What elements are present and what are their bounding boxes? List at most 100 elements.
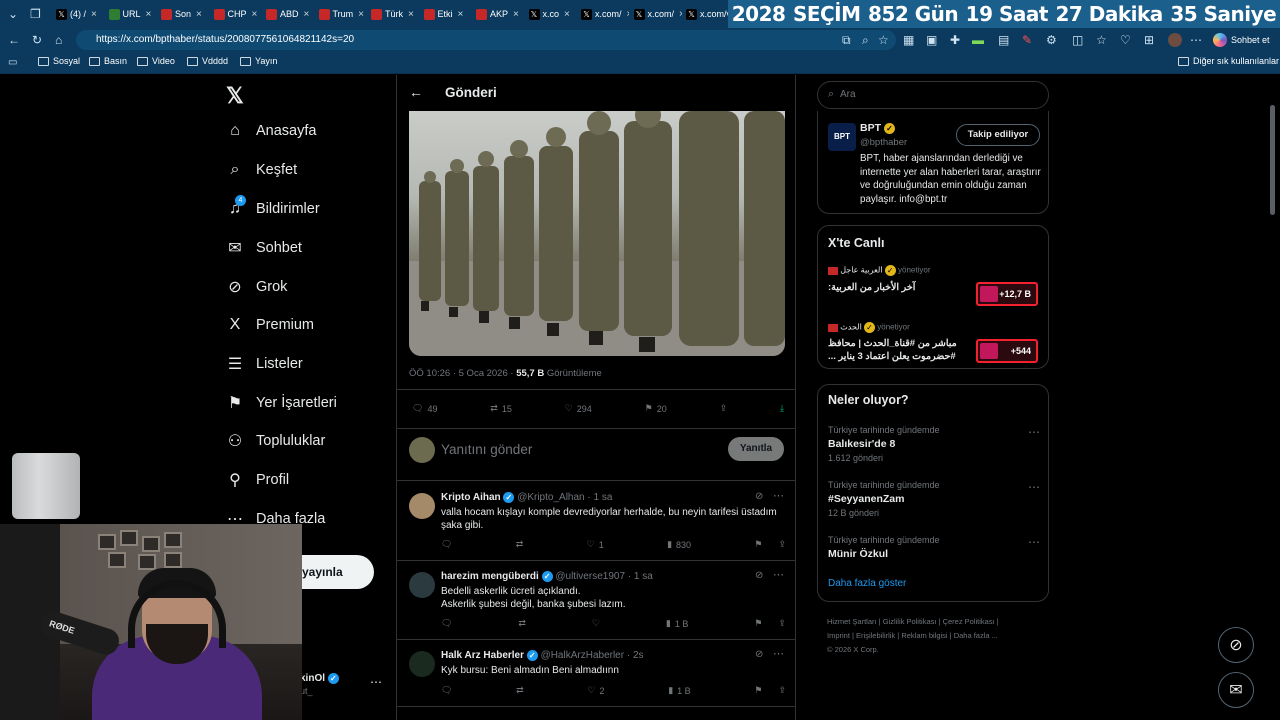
nav-item-list[interactable]: ☰ Listeler	[226, 355, 303, 373]
browser-tab[interactable]: Etki ×	[420, 4, 472, 24]
nav-item-x-logo[interactable]: X Premium	[226, 316, 314, 334]
post-image[interactable]	[409, 111, 785, 356]
trend-item[interactable]: Türkiye tarihinde gündemde Balıkesir'de …	[828, 425, 1040, 471]
nav-item-mail[interactable]: ✉ Sohbet	[226, 239, 302, 257]
browser-tab[interactable]: Trum ×	[315, 4, 367, 24]
grok-icon[interactable]: ⊘	[755, 570, 763, 581]
live-item[interactable]: الحدث ✓ yönetiyor مباشر من #قناة_الحدث |…	[818, 319, 1048, 369]
back-icon[interactable]: ←	[8, 34, 20, 46]
reply-item[interactable]: Kripto Aihan ✓ @Kripto_Alhan · 1 sa ⊘ ⋯ …	[397, 483, 795, 561]
extension-6-icon[interactable]: ✎	[1022, 34, 1032, 46]
tab-close-icon[interactable]: ×	[304, 9, 310, 20]
reply-author[interactable]: harezim mengüberdi ✓ @ultiverse1907 · 1 …	[441, 571, 653, 582]
repost-action[interactable]: ⇄ 15	[490, 403, 512, 414]
following-button[interactable]: Takip ediliyor	[956, 124, 1040, 146]
trend-item[interactable]: Türkiye tarihinde gündemde Münir Özkul ⋯	[828, 535, 1040, 565]
collections-icon[interactable]: ⊞	[1144, 34, 1154, 46]
trend-item[interactable]: Türkiye tarihinde gündemde #SeyyanenZam …	[828, 480, 1040, 526]
like-action[interactable]: ♡ 1	[587, 539, 604, 550]
bookmark-action[interactable]: ⚑ ⇪	[754, 685, 786, 696]
reply-author[interactable]: Halk Arz Haberler ✓ @HalkArzHaberler · 2…	[441, 650, 644, 661]
views-action[interactable]: ▮ 830	[667, 539, 691, 550]
views-action[interactable]: ▮ 1 B	[668, 685, 690, 696]
browser-profile-avatar[interactable]	[1168, 33, 1182, 47]
download-action[interactable]: ⤓	[780, 403, 784, 414]
live-listeners-badge[interactable]: +12,7 B	[976, 282, 1038, 306]
zoom-icon[interactable]: ⌕	[862, 34, 869, 46]
extension-4-icon[interactable]: ▬	[972, 34, 984, 46]
share-action[interactable]: ⇪	[720, 403, 728, 414]
x-logo-icon[interactable]: 𝕏	[226, 83, 244, 109]
nav-item-home[interactable]: ⌂ Anasayfa	[226, 122, 316, 140]
live-item[interactable]: العربية عاجل ✓ yönetiyor آخر الأخبار من …	[818, 262, 1048, 312]
like-action[interactable]: ♡ 2	[587, 685, 604, 696]
reply-more-icon[interactable]: ⋯	[773, 647, 784, 660]
home-browser-icon[interactable]: ⌂	[55, 34, 62, 46]
reply-item[interactable]: harezim mengüberdi ✓ @ultiverse1907 · 1 …	[397, 562, 795, 640]
browser-tab[interactable]: AKP ×	[472, 4, 524, 24]
bookmark-action[interactable]: ⚑ ⇪	[754, 618, 786, 629]
footer-line-1[interactable]: Hizmet Şartları | Gizlilik Politikası | …	[827, 615, 1047, 629]
split-screen-icon[interactable]: ◫	[1072, 34, 1083, 46]
tab-close-icon[interactable]: ×	[458, 9, 464, 20]
browser-tab[interactable]: 𝕏x.com/v×	[682, 4, 734, 24]
account-switcher[interactable]: kinOl ✓ ut_ ⋯	[300, 671, 392, 701]
sidebar-toggle-icon[interactable]: ▭	[8, 57, 17, 69]
tab-close-icon[interactable]: ×	[564, 9, 570, 20]
tab-close-icon[interactable]: ×	[146, 9, 152, 20]
browser-tab[interactable]: Türk ×	[367, 4, 419, 24]
reply-input[interactable]: Yanıtını gönder	[441, 442, 532, 457]
reply-avatar[interactable]	[409, 572, 435, 598]
extension-2-icon[interactable]: ▣	[926, 34, 937, 46]
like-action[interactable]: ♡	[592, 618, 600, 629]
repost-action[interactable]: ⇄	[518, 618, 526, 629]
browser-tab[interactable]: CHP ×	[210, 4, 262, 24]
tab-close-icon[interactable]: ×	[358, 9, 364, 20]
messages-float-button[interactable]: ✉	[1218, 672, 1254, 708]
repost-action[interactable]: ⇄	[516, 539, 524, 550]
favorite-star-icon[interactable]: ☆	[878, 34, 889, 46]
favorites-icon[interactable]: ☆	[1096, 34, 1107, 46]
other-bookmarks[interactable]: Diğer sık kullanılanlar	[1178, 56, 1279, 66]
repost-action[interactable]: ⇄	[516, 685, 524, 696]
reload-icon[interactable]: ↻	[32, 34, 42, 46]
nav-item-profile[interactable]: ⚲ Profil	[226, 471, 289, 489]
reply-action[interactable]: 🗨	[441, 539, 452, 550]
grok-icon[interactable]: ⊘	[755, 491, 763, 502]
browser-tab[interactable]: Son ×	[157, 4, 209, 24]
nav-item-search[interactable]: ⌕ Keşfet	[226, 161, 298, 179]
trend-more-icon[interactable]: ⋯	[1028, 535, 1040, 549]
tab-menu-chevron-icon[interactable]: ⌄	[8, 8, 18, 20]
nav-item-grok[interactable]: ⊘ Grok	[226, 278, 287, 296]
tab-actions-icon[interactable]: ❐	[30, 8, 41, 20]
url-field[interactable]: https://x.com/bpthaber/status/2008077561…	[76, 30, 896, 50]
share-icon[interactable]: ⇪	[778, 685, 786, 696]
grok-icon[interactable]: ⊘	[755, 649, 763, 660]
browser-essentials-icon[interactable]: ♡	[1120, 34, 1131, 46]
tab-close-icon[interactable]: ×	[196, 9, 202, 20]
extension-5-icon[interactable]: ▤	[998, 34, 1009, 46]
reply-item[interactable]: Halk Arz Haberler ✓ @HalkArzHaberler · 2…	[397, 641, 795, 707]
views-action[interactable]: ▮ 1 B	[666, 618, 688, 629]
tab-close-icon[interactable]: ×	[513, 9, 519, 20]
nav-item-communities[interactable]: ⚇ Topluluklar	[226, 432, 326, 450]
nav-item-bell[interactable]: ♫ 4 Bildirimler	[226, 195, 320, 218]
live-listeners-badge[interactable]: +544	[976, 339, 1038, 363]
reply-avatar[interactable]	[409, 651, 435, 677]
extensions-icon[interactable]: ⚙	[1046, 34, 1057, 46]
share-icon[interactable]: ⇪	[778, 539, 786, 550]
tab-close-icon[interactable]: ×	[252, 9, 258, 20]
reply-action[interactable]: 🗨	[441, 685, 452, 696]
search-box[interactable]: ⌕ Ara	[817, 81, 1049, 109]
extension-3-icon[interactable]: ✚	[950, 34, 960, 46]
translate-icon[interactable]: ⧉	[842, 34, 851, 46]
reply-action[interactable]: 🗨 49	[412, 403, 437, 414]
bookmark-action[interactable]: ⚑ ⇪	[754, 539, 786, 550]
grok-float-button[interactable]: ⊘	[1218, 627, 1254, 663]
page-scrollbar[interactable]	[1270, 105, 1275, 215]
bookmark-folder-vdddd[interactable]: Vdddd	[187, 56, 228, 66]
reply-submit-button[interactable]: Yanıtla	[728, 437, 784, 461]
tab-close-icon[interactable]: ×	[91, 9, 97, 20]
browser-tab[interactable]: 𝕏x.com/×	[630, 4, 682, 24]
bookmark-folder-video[interactable]: Video	[137, 56, 175, 66]
